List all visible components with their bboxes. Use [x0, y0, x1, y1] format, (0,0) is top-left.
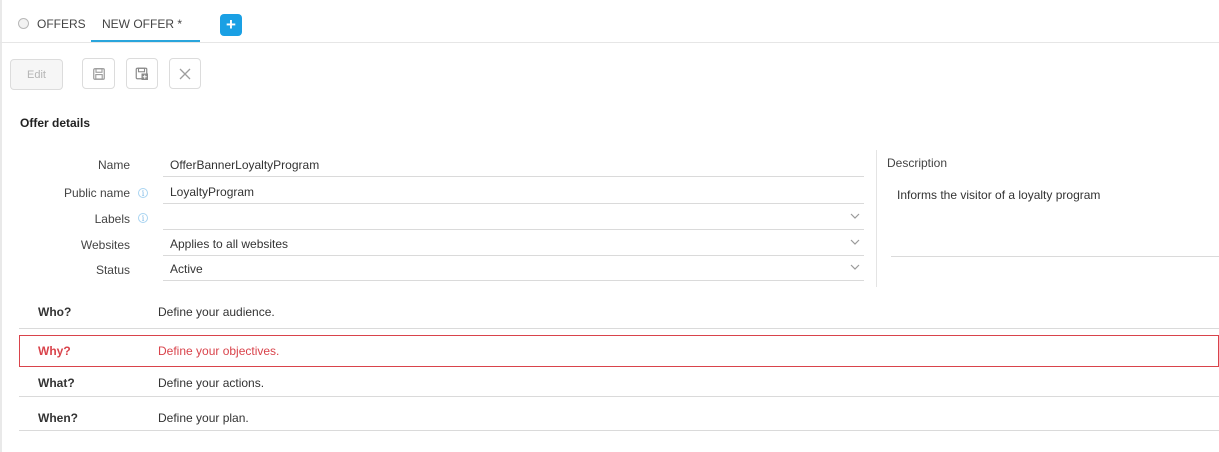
add-tab-button[interactable]: +: [220, 14, 242, 36]
step-description: Define your objectives.: [158, 344, 280, 358]
step-description: Define your plan.: [158, 411, 249, 425]
save-as-icon: [135, 67, 148, 80]
step-what[interactable]: What? Define your actions.: [19, 364, 1219, 397]
edit-button[interactable]: Edit: [10, 59, 63, 90]
save-as-button[interactable]: [126, 58, 158, 89]
websites-value: Applies to all websites: [170, 237, 289, 251]
step-key: What?: [38, 376, 75, 390]
step-description: Define your audience.: [158, 305, 275, 319]
left-border: [0, 0, 2, 452]
info-icon[interactable]: i: [138, 188, 148, 198]
tab-offers[interactable]: OFFERS: [18, 0, 86, 42]
status-label: Status: [95, 263, 130, 277]
close-button[interactable]: [169, 58, 201, 89]
description-field[interactable]: Informs the visitor of a loyalty program: [897, 188, 1100, 202]
status-select[interactable]: Active: [163, 256, 864, 281]
labels-label: Labels: [94, 212, 130, 226]
public-name-field[interactable]: LoyaltyProgram: [163, 179, 864, 204]
step-key: When?: [38, 411, 78, 425]
websites-select[interactable]: Applies to all websites: [163, 231, 864, 256]
step-key: Who?: [38, 305, 72, 319]
chevron-down-icon: [850, 264, 860, 270]
labels-select[interactable]: [163, 205, 864, 230]
step-key: Why?: [38, 344, 71, 358]
step-when[interactable]: When? Define your plan.: [19, 398, 1219, 431]
chevron-down-icon: [850, 213, 860, 219]
save-icon: [92, 67, 105, 80]
section-left-rule: [0, 142, 2, 202]
save-button[interactable]: [82, 58, 115, 89]
tab-new-offer[interactable]: NEW OFFER *: [91, 0, 200, 42]
close-icon: [179, 68, 191, 79]
tab-bar: OFFERS NEW OFFER * +: [0, 0, 1219, 43]
section-title: Offer details: [20, 116, 91, 130]
plus-icon: +: [226, 15, 236, 34]
step-who[interactable]: Who? Define your audience.: [19, 296, 1219, 329]
step-why[interactable]: Why? Define your objectives.: [19, 335, 1219, 367]
info-icon[interactable]: i: [138, 213, 148, 223]
column-divider: [876, 150, 877, 287]
public-name-value: LoyaltyProgram: [170, 185, 255, 199]
public-name-label: Public name: [63, 186, 130, 200]
edit-button-label: Edit: [27, 69, 46, 81]
radio-icon: [18, 18, 29, 29]
status-value: Active: [170, 262, 203, 276]
description-underline: [891, 256, 1219, 257]
tab-offers-label: OFFERS: [37, 17, 86, 31]
tab-new-offer-label: NEW OFFER *: [102, 17, 182, 31]
name-label: Name: [97, 158, 130, 172]
step-description: Define your actions.: [158, 376, 265, 390]
name-value: OfferBannerLoyaltyProgram: [170, 158, 320, 172]
chevron-down-icon: [850, 239, 860, 245]
websites-label: Websites: [80, 238, 130, 252]
description-label: Description: [887, 156, 948, 170]
name-field[interactable]: OfferBannerLoyaltyProgram: [163, 152, 864, 177]
